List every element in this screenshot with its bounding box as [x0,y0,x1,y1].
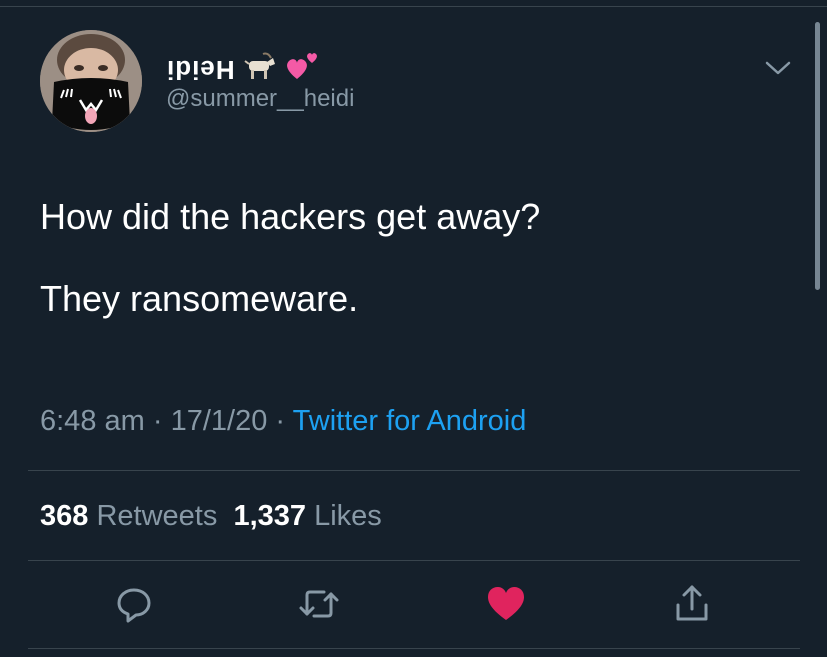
scrollbar[interactable] [815,22,820,290]
two-hearts-icon [285,51,319,88]
share-button[interactable] [671,585,713,627]
retweets-stat[interactable]: 368 Retweets [40,500,217,532]
divider [28,560,800,561]
tweet-source-link[interactable]: Twitter for Android [293,405,527,437]
like-button[interactable] [485,585,527,627]
tweet-date: 17/1/20 [170,405,268,437]
meta-separator: · [275,405,286,437]
retweets-label: Retweets [96,500,218,532]
tweet-text-line: They ransomeware. [40,278,359,319]
avatar[interactable] [40,30,142,132]
tweet-text-line: How did the hackers get away? [40,196,541,237]
goat-icon [243,52,277,87]
reply-icon [114,584,154,629]
likes-stat[interactable]: 1,337 Likes [233,500,381,532]
display-name-text: Heidi [166,55,235,85]
likes-count: 1,337 [233,500,307,532]
divider [28,470,800,471]
user-handle[interactable]: @summer__heidi [166,85,354,113]
heart-icon [486,585,526,628]
tweet-metadata: 6:48 am · 17/1/20 · Twitter for Android [40,405,526,438]
chevron-down-icon[interactable] [764,58,792,78]
meta-separator: · [152,405,163,437]
display-name[interactable]: Heidi [166,51,319,88]
retweet-button[interactable] [298,585,340,627]
likes-label: Likes [314,500,382,532]
share-icon [672,583,712,630]
retweets-count: 368 [40,500,89,532]
engagement-stats: 368 Retweets 1,337 Likes [40,500,382,533]
tweet-time: 6:48 am [40,405,145,437]
reply-button[interactable] [113,585,155,627]
top-divider [0,6,827,7]
divider [28,648,800,649]
retweet-icon [297,584,341,629]
